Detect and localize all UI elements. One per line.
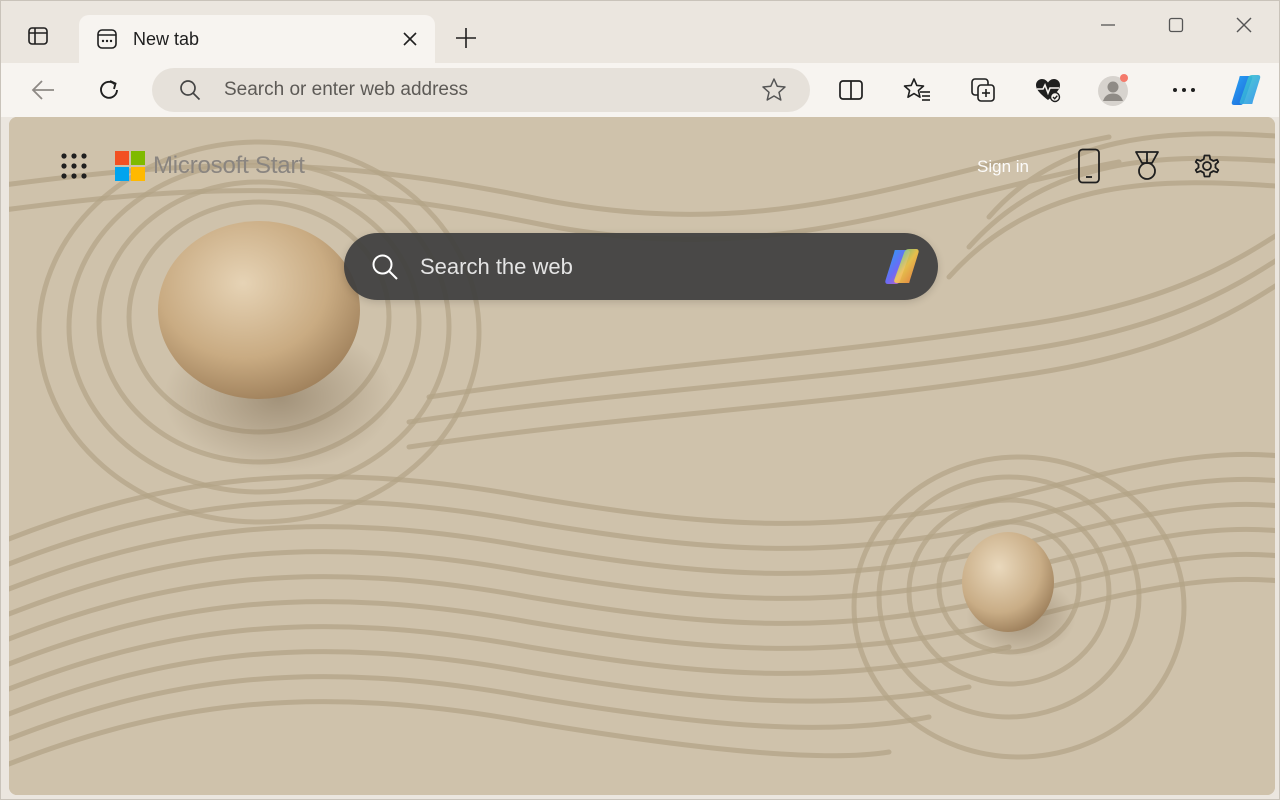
refresh-button[interactable] bbox=[89, 71, 129, 109]
tab-actions-button[interactable] bbox=[19, 21, 57, 55]
more-icon bbox=[1173, 88, 1195, 92]
address-bar[interactable] bbox=[152, 68, 810, 112]
back-icon bbox=[31, 80, 54, 100]
tab-actions-icon bbox=[27, 25, 49, 52]
close-icon bbox=[1236, 17, 1252, 33]
back-button[interactable] bbox=[23, 71, 63, 109]
split-screen-button[interactable] bbox=[831, 71, 871, 109]
favorite-star-icon bbox=[762, 78, 786, 101]
address-input[interactable] bbox=[224, 79, 756, 101]
settings-icon bbox=[1194, 154, 1220, 178]
browser-window: New tab Search or enter web address Micr… bbox=[0, 0, 1280, 800]
web-search-box[interactable] bbox=[344, 233, 938, 300]
rewards-button[interactable] bbox=[1129, 147, 1165, 185]
profile-button[interactable] bbox=[1094, 71, 1134, 109]
phone-button[interactable] bbox=[1071, 147, 1107, 185]
favorites-icon bbox=[903, 78, 930, 101]
new-tab-page: Microsoft Start Sign in bbox=[9, 117, 1275, 795]
web-search-input[interactable] bbox=[420, 253, 878, 280]
browser-essentials-icon bbox=[1036, 79, 1061, 103]
copilot-icon bbox=[885, 248, 919, 284]
collections-button[interactable] bbox=[963, 71, 1003, 109]
minimize-button[interactable] bbox=[1078, 7, 1138, 43]
maximize-button[interactable] bbox=[1146, 7, 1206, 43]
minimize-icon bbox=[1101, 24, 1115, 26]
maximize-icon bbox=[1168, 17, 1184, 33]
tab-title: New tab bbox=[133, 28, 200, 49]
collections-icon bbox=[971, 78, 995, 102]
copilot-icon bbox=[1231, 75, 1261, 105]
phone-icon bbox=[1078, 148, 1100, 184]
tab-close-button[interactable] bbox=[395, 24, 425, 54]
sand-background-image bbox=[9, 117, 1275, 795]
copilot-button[interactable] bbox=[1226, 71, 1266, 109]
browser-essentials-button[interactable] bbox=[1028, 71, 1068, 109]
favorites-button[interactable] bbox=[897, 71, 937, 109]
split-screen-icon bbox=[839, 80, 863, 100]
new-tab-button[interactable] bbox=[447, 21, 485, 55]
tab-strip: New tab bbox=[1, 1, 1279, 63]
microsoft-start-logo[interactable]: Microsoft Start bbox=[115, 151, 305, 181]
brand-name: Microsoft Start bbox=[153, 152, 305, 179]
sign-in-link[interactable]: Sign in bbox=[977, 157, 1029, 177]
new-tab-page-icon bbox=[95, 27, 119, 51]
refresh-icon bbox=[100, 80, 118, 99]
navigation-toolbar bbox=[1, 63, 1279, 117]
plus-icon bbox=[456, 28, 476, 48]
search-icon bbox=[370, 252, 400, 282]
microsoft-logo-icon bbox=[115, 151, 145, 181]
favorite-star-button[interactable] bbox=[756, 72, 792, 108]
window-close-button[interactable] bbox=[1214, 7, 1274, 43]
tab-new-tab[interactable]: New tab bbox=[79, 15, 435, 63]
close-icon bbox=[403, 32, 417, 46]
search-icon bbox=[178, 78, 202, 102]
copilot-search-button[interactable] bbox=[878, 243, 926, 291]
profile-icon bbox=[1098, 74, 1128, 106]
more-button[interactable] bbox=[1164, 71, 1204, 109]
apps-grid-button[interactable] bbox=[59, 151, 89, 181]
settings-button[interactable] bbox=[1189, 147, 1225, 185]
rewards-icon bbox=[1135, 151, 1159, 180]
apps-grid-icon bbox=[61, 153, 87, 179]
